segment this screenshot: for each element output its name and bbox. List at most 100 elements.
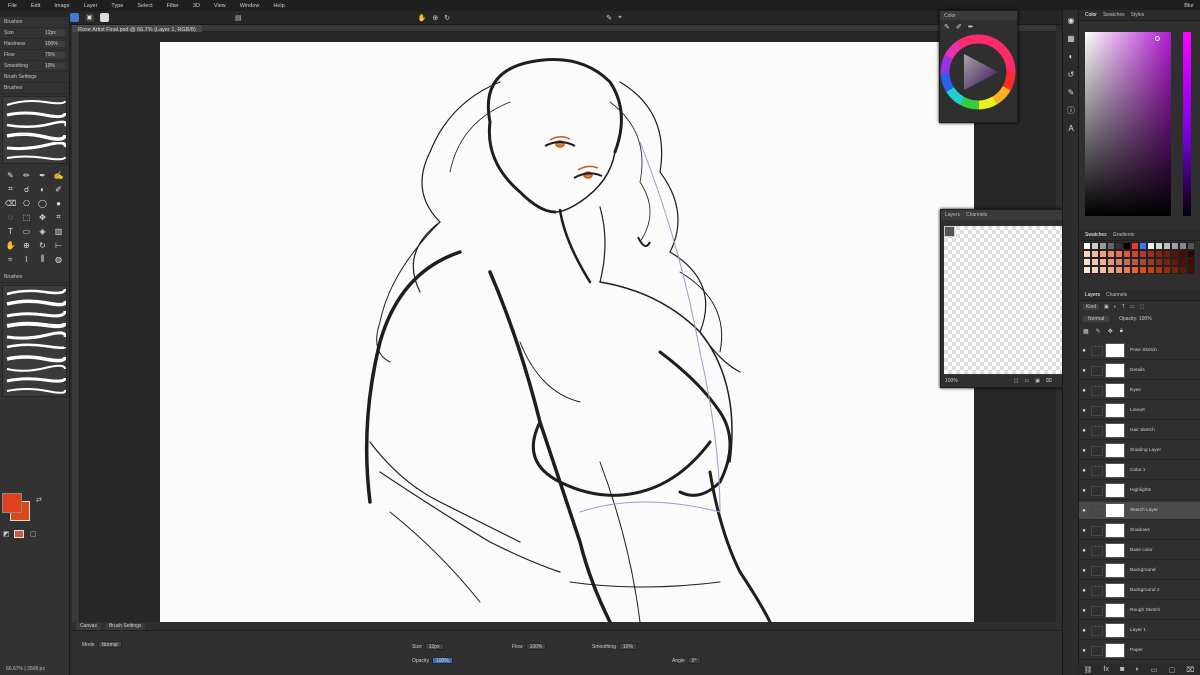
brush-icon[interactable]: ✐ — [956, 23, 962, 31]
color-swatch[interactable] — [1171, 258, 1179, 266]
tab-canvas[interactable]: Canvas — [76, 622, 101, 630]
filter-shape-icon[interactable]: ▭ — [1130, 304, 1135, 310]
text-tool-icon[interactable]: T — [4, 225, 17, 237]
menu-image[interactable]: Image — [54, 3, 69, 9]
layer-link-icon[interactable] — [1091, 545, 1103, 556]
visibility-eye-icon[interactable]: ● — [1079, 468, 1089, 474]
swatches-panel-icon[interactable]: ▦ — [1065, 32, 1077, 44]
brush-stroke-preset[interactable] — [3, 108, 66, 119]
color-swatch[interactable] — [1091, 250, 1099, 258]
visibility-eye-icon[interactable]: ● — [1079, 528, 1089, 534]
color-swatch[interactable] — [1147, 266, 1155, 274]
color-swatch[interactable] — [1171, 250, 1179, 258]
tab-swatches[interactable]: Swatches — [1103, 12, 1125, 18]
hardness-row[interactable]: Hardness 100% — [0, 39, 69, 50]
color-swatch[interactable] — [1187, 242, 1195, 250]
layer-row[interactable]: ● Rough Sketch — [1079, 602, 1200, 620]
menu-file[interactable]: File — [8, 3, 17, 9]
info-panel-icon[interactable]: ⓘ — [1065, 104, 1077, 116]
mask-icon[interactable]: ◙ — [1120, 666, 1124, 673]
layer-row[interactable]: ● Base color — [1079, 542, 1200, 560]
opacity-prop-value[interactable]: 100% — [431, 657, 453, 664]
color-swatch[interactable] — [1179, 258, 1187, 266]
color-swatch[interactable] — [1179, 266, 1187, 274]
visibility-eye-icon[interactable]: ● — [1079, 568, 1089, 574]
rotate-tool-icon[interactable]: ↻ — [36, 239, 49, 251]
marker-tool-icon[interactable]: ✍ — [52, 169, 65, 181]
brush-stroke-preset[interactable] — [3, 363, 66, 374]
stamp-tool-icon[interactable]: ⎔ — [20, 197, 33, 209]
smoothing-row[interactable]: Smoothing 10% — [0, 61, 69, 72]
layer-row[interactable]: ● Background — [1079, 562, 1200, 580]
size-prop[interactable]: Size 12px — [412, 643, 444, 650]
layer-row[interactable]: ● Color 1 — [1079, 462, 1200, 480]
layer-link-icon[interactable] — [1091, 505, 1103, 516]
brush-stroke-preset[interactable] — [3, 130, 66, 141]
color-swatch[interactable] — [1107, 266, 1115, 274]
menu-view[interactable]: View — [214, 3, 226, 9]
airbrush-tool-icon[interactable]: ✐ — [52, 183, 65, 195]
color-swatch[interactable] — [1107, 250, 1115, 258]
brush-stroke-preset[interactable] — [3, 152, 66, 163]
visibility-eye-icon[interactable]: ● — [1079, 588, 1089, 594]
color-swatch[interactable] — [1091, 242, 1099, 250]
brush-stroke-preset[interactable] — [3, 286, 66, 297]
color-tool-icon[interactable]: ◍ — [52, 253, 65, 265]
color-swatch[interactable] — [1083, 250, 1091, 258]
layer-preview-tab-layers[interactable]: Layers — [945, 212, 960, 218]
menu-help[interactable]: Help — [273, 3, 284, 9]
crop-tool-icon[interactable]: ⌗ — [52, 211, 65, 223]
color-swatch[interactable] — [1155, 266, 1163, 274]
zoom-icon[interactable]: ⊕ — [432, 14, 438, 22]
layer-row[interactable]: ● Pose Sketch — [1079, 342, 1200, 360]
character-panel-icon[interactable]: A — [1065, 122, 1077, 134]
color-swatch[interactable] — [1163, 266, 1171, 274]
foreground-color-swatch[interactable] — [2, 493, 22, 513]
layer-row[interactable]: ● Shadows — [1079, 522, 1200, 540]
color-swatch[interactable] — [1139, 250, 1147, 258]
mode-prop[interactable]: Mode Normal — [82, 641, 122, 648]
select-tool-icon[interactable]: ⬚ — [20, 211, 33, 223]
layer-row[interactable]: ● Hair Sketch — [1079, 422, 1200, 440]
hand-icon[interactable]: ✋ — [418, 14, 427, 22]
menu-type[interactable]: Type — [111, 3, 123, 9]
brush-stroke-preset[interactable] — [3, 308, 66, 319]
eyedropper-tool-icon[interactable]: ⌗ — [4, 183, 17, 195]
color-swatch[interactable] — [1083, 258, 1091, 266]
color-swatch[interactable] — [1163, 258, 1171, 266]
layer-link-icon[interactable] — [1091, 465, 1103, 476]
brush-stroke-preset[interactable] — [3, 297, 66, 308]
flow-prop-value[interactable]: 100% — [525, 643, 547, 650]
layer-link-icon[interactable] — [1091, 365, 1103, 376]
color-swatch[interactable] — [1179, 250, 1187, 258]
brush-stroke-preset[interactable] — [3, 374, 66, 385]
adjustments-panel-icon[interactable]: ◐ — [1065, 50, 1077, 62]
layer-link-icon[interactable] — [1091, 425, 1103, 436]
saturation-value-picker[interactable] — [1085, 32, 1171, 216]
layer-link-icon[interactable] — [1091, 525, 1103, 536]
filter-type-icon[interactable]: T — [1122, 304, 1125, 310]
eyedropper-icon[interactable]: ✎ — [944, 23, 950, 31]
flow-field[interactable]: 75% — [45, 52, 65, 58]
color-swatch[interactable] — [1123, 242, 1131, 250]
shape-tool-icon[interactable]: ▭ — [20, 225, 33, 237]
visibility-eye-icon[interactable]: ● — [1079, 408, 1089, 414]
menu-filter[interactable]: Filter — [167, 3, 179, 9]
color-swatch[interactable] — [1139, 266, 1147, 274]
layer-row[interactable]: ● Layer 1 — [1079, 622, 1200, 640]
color-swatch[interactable] — [1099, 258, 1107, 266]
flow-prop[interactable]: Flow 100% — [512, 643, 547, 650]
drawing-canvas[interactable] — [160, 42, 974, 622]
layer-link-icon[interactable] — [1091, 485, 1103, 496]
layer-link-icon[interactable] — [1091, 625, 1103, 636]
quick-mask-icon[interactable] — [14, 530, 24, 538]
layer-link-icon[interactable] — [1091, 645, 1103, 656]
trash-icon[interactable]: ⌧ — [1046, 378, 1052, 384]
layer-kind-filter[interactable]: Kind — [1083, 304, 1100, 310]
smudge-tool-icon[interactable]: ☌ — [20, 183, 33, 195]
brush-stroke-preset[interactable] — [3, 385, 66, 396]
layer-row[interactable]: ● Background 2 — [1079, 582, 1200, 600]
rotate-icon[interactable]: ↻ — [444, 14, 450, 22]
visibility-eye-icon[interactable]: ● — [1079, 608, 1089, 614]
color-swatch[interactable] — [1139, 258, 1147, 266]
